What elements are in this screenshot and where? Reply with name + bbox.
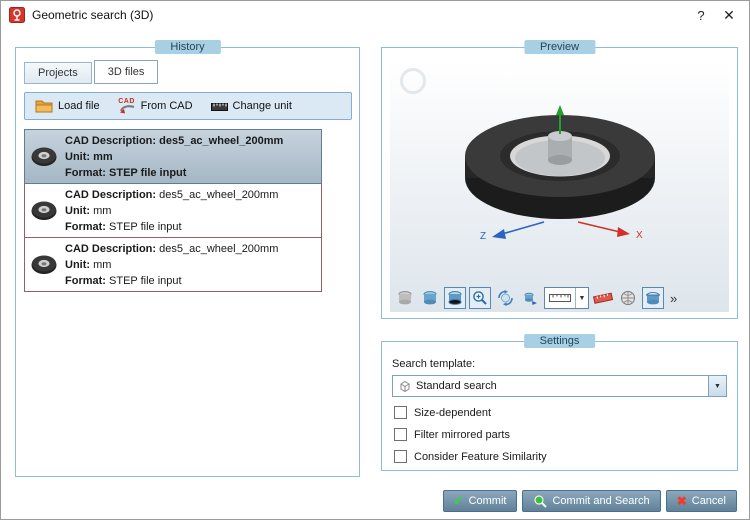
history-list: CAD Description: des5_ac_wheel_200mm Uni… (24, 129, 322, 292)
axis-z-label: Z (480, 231, 486, 242)
feature-similarity-row: Consider Feature Similarity (394, 450, 547, 463)
commit-button[interactable]: ✔ Commit (442, 490, 518, 512)
zoom-icon[interactable] (469, 287, 491, 309)
app-icon (9, 7, 25, 23)
search-template-select[interactable]: Standard search ▼ (392, 375, 727, 397)
filter-mirrored-row: Filter mirrored parts (394, 428, 510, 441)
geometric-search-dialog: Geometric search (3D) ? ✕ History Projec… (0, 0, 750, 520)
history-item-1[interactable]: CAD Description: des5_ac_wheel_200mm Uni… (24, 129, 322, 184)
view-shaded-icon[interactable] (419, 287, 441, 309)
change-unit-button[interactable]: Change unit (210, 100, 292, 112)
search-template-value: Standard search (416, 380, 497, 392)
history-group-label: History (154, 40, 221, 54)
load-file-button[interactable]: Load file (35, 99, 100, 113)
commit-label: Commit (468, 495, 507, 507)
feature-similarity-checkbox[interactable] (394, 450, 407, 463)
filter-mirrored-label: Filter mirrored parts (414, 428, 510, 441)
tab-3d-files[interactable]: 3D files (93, 60, 159, 84)
history-toolbar: Load file CAD From CAD Change unit (24, 92, 352, 120)
preview-group-label: Preview (523, 40, 596, 54)
wheel-thumbnail (25, 238, 63, 291)
load-file-label: Load file (58, 100, 100, 112)
filter-mirrored-checkbox[interactable] (394, 428, 407, 441)
commit-and-search-button[interactable]: Commit and Search (522, 490, 661, 512)
cad-import-icon: CAD (118, 98, 136, 114)
view-wireframe-icon[interactable] (394, 287, 416, 309)
cancel-label: Cancel (691, 495, 726, 507)
measure-icon (545, 292, 575, 304)
ruler-icon[interactable] (592, 287, 614, 309)
search-template-label: Search template: (392, 358, 476, 370)
preview-group: Preview X Z ▼ » (381, 40, 738, 319)
search-icon (534, 495, 548, 508)
window-title: Geometric search (3D) (32, 8, 154, 22)
history-item-text: CAD Description: des5_ac_wheel_200mm Uni… (65, 243, 279, 287)
wheel-3d-model: X Z (465, 105, 655, 242)
footer-buttons: ✔ Commit Commit and Search ✖ Cancel (442, 490, 737, 512)
watermark-logo (400, 68, 426, 94)
title-bar: Geometric search (3D) ? ✕ (1, 1, 749, 29)
measure-dropdown-arrow[interactable]: ▼ (575, 288, 588, 308)
pan-icon[interactable] (519, 287, 541, 309)
rotate-icon[interactable] (494, 287, 516, 309)
axis-x-label: X (636, 230, 643, 241)
measure-tool-dropdown[interactable]: ▼ (544, 287, 589, 309)
size-dependent-row: Size-dependent (394, 406, 491, 419)
cross-icon: ✖ (676, 494, 687, 508)
preview-toolbar: ▼ » (394, 287, 680, 309)
cube-icon (393, 380, 416, 393)
history-item-text: CAD Description: des5_ac_wheel_200mm Uni… (65, 135, 284, 179)
combo-dropdown-arrow[interactable]: ▼ (708, 376, 726, 396)
history-item-text: CAD Description: des5_ac_wheel_200mm Uni… (65, 189, 279, 233)
size-dependent-checkbox[interactable] (394, 406, 407, 419)
from-cad-label: From CAD (140, 100, 193, 112)
wheel-thumbnail (25, 130, 63, 183)
preview-viewport[interactable]: X Z ▼ » (390, 60, 729, 312)
settings-group: Settings Search template: Standard searc… (381, 334, 738, 471)
help-button[interactable]: ? (687, 4, 715, 26)
toolbar-overflow-button[interactable]: » (667, 291, 680, 306)
size-dependent-label: Size-dependent (414, 406, 492, 419)
history-tabs: Projects 3D files (24, 60, 160, 84)
tab-projects[interactable]: Projects (24, 62, 92, 84)
cancel-button[interactable]: ✖ Cancel (665, 490, 737, 512)
mesh-icon[interactable] (617, 287, 639, 309)
history-group: History Projects 3D files Load file CAD (15, 40, 360, 477)
close-button[interactable]: ✕ (715, 4, 743, 26)
view-solid-icon[interactable] (444, 287, 466, 309)
clipping-section-icon[interactable] (642, 287, 664, 309)
settings-group-label: Settings (523, 334, 596, 348)
commit-and-search-label: Commit and Search (552, 495, 650, 507)
ruler-unit-icon (210, 102, 228, 111)
wheel-thumbnail (25, 184, 63, 237)
feature-similarity-label: Consider Feature Similarity (414, 450, 547, 463)
folder-icon (35, 100, 53, 113)
history-item-3[interactable]: CAD Description: des5_ac_wheel_200mm Uni… (24, 237, 322, 292)
history-item-2[interactable]: CAD Description: des5_ac_wheel_200mm Uni… (24, 183, 322, 238)
change-unit-label: Change unit (232, 100, 292, 112)
from-cad-button[interactable]: CAD From CAD (118, 98, 193, 114)
check-icon: ✔ (453, 494, 464, 508)
